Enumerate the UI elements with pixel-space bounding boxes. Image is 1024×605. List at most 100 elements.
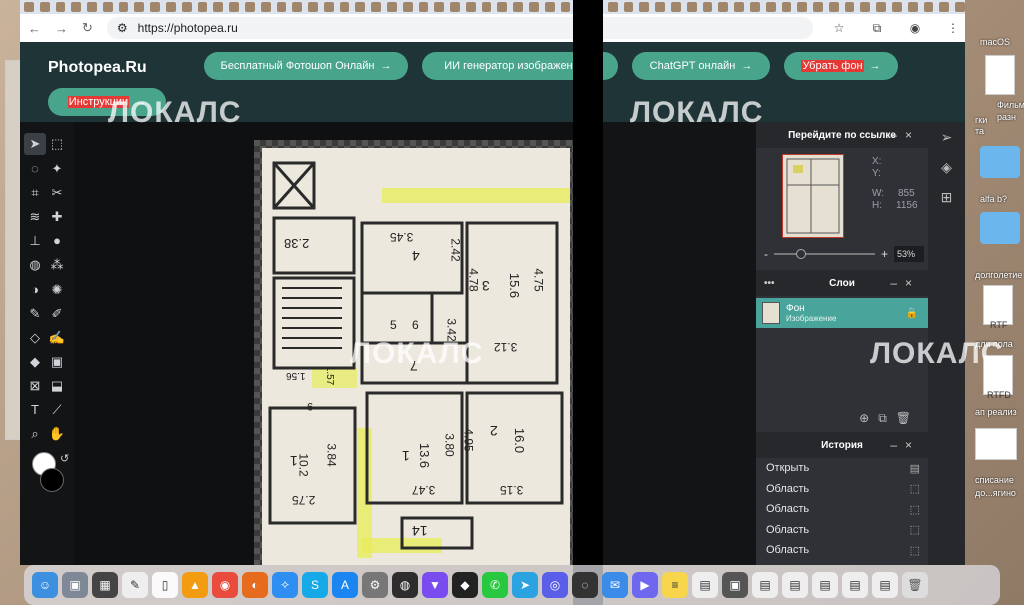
tab-favicon-icon[interactable] [450, 2, 460, 12]
tab-favicon-icon[interactable] [71, 2, 82, 12]
site-settings-icon[interactable]: ⚙ [117, 21, 128, 35]
tab-favicon-icon[interactable] [671, 2, 681, 12]
tab-favicon-icon[interactable] [797, 2, 808, 12]
desktop-label-macos[interactable]: macOS [980, 37, 1010, 47]
tab-favicon-icon[interactable] [55, 2, 66, 12]
whatsapp-icon[interactable]: ✆ [482, 572, 508, 598]
tab-favicon-icon[interactable] [197, 2, 208, 12]
desktop-label[interactable]: гки [975, 115, 987, 125]
pill-remove-background[interactable]: Убрать фон → [784, 52, 898, 80]
navigator-toggle-icon[interactable]: ➢ [928, 122, 965, 152]
pill-chatgpt[interactable]: ChatGPT онлайн → [632, 52, 770, 80]
desktop-label[interactable]: alfa b? [980, 194, 1007, 204]
tab-favicon-icon[interactable] [434, 2, 445, 12]
rtfd-file-icon[interactable] [983, 355, 1013, 395]
desktop-label[interactable]: долголетие [975, 270, 1022, 280]
extensions-icon[interactable]: ⧉ [865, 21, 889, 36]
pill-free-photoshop[interactable]: Бесплатный Фотошоп Онлайн → [204, 52, 408, 80]
document-icon[interactable]: ▯ [152, 572, 178, 598]
zoom-slider-knob[interactable] [796, 249, 807, 259]
pen-tool-icon[interactable]: ✎ [24, 303, 46, 325]
tab-favicon-icon[interactable] [87, 2, 97, 12]
site-logo[interactable]: Photopea.Ru [48, 59, 147, 77]
tab-favicon-icon[interactable] [749, 2, 760, 12]
duplicate-layer-icon[interactable]: ⧉ [878, 411, 896, 425]
panel-controls-icon[interactable]: –× [890, 438, 920, 452]
tab-favicon-icon[interactable] [371, 2, 381, 12]
tab-favicon-icon[interactable] [718, 2, 729, 12]
facetime-icon[interactable]: ▶ [632, 572, 658, 598]
blur-drop-icon[interactable]: ● [46, 230, 68, 252]
desktop-label[interactable]: разн [997, 112, 1016, 122]
tab-favicon-icon[interactable] [260, 2, 271, 12]
bandage-icon[interactable]: ✚ [46, 206, 68, 228]
firefox-icon[interactable]: ◐ [242, 572, 268, 598]
skype-icon[interactable]: S [302, 572, 328, 598]
chrome-icon[interactable]: ◉ [212, 572, 238, 598]
tab-favicon-icon[interactable] [24, 2, 34, 12]
reload-icon[interactable]: ↻ [82, 20, 93, 36]
tab-favicon-icon[interactable] [560, 2, 571, 12]
tab-favicon-icon[interactable] [623, 2, 634, 12]
lasso-tool-icon[interactable]: ◌ [24, 157, 46, 179]
background-color-swatch[interactable] [40, 468, 64, 492]
tab-favicon-icon[interactable] [734, 2, 744, 12]
tab-favicon-icon[interactable] [118, 2, 129, 12]
notes-icon[interactable]: ≡ [662, 572, 688, 598]
app-icon[interactable]: ◆ [452, 572, 478, 598]
dodge-tool-icon[interactable]: ◑ [24, 278, 46, 300]
tab-favicon-icon[interactable] [150, 2, 161, 12]
tab-strip[interactable] [20, 0, 965, 14]
smudge-tool-icon[interactable]: ✍ [46, 327, 68, 349]
mail-icon[interactable]: ✉ [602, 572, 628, 598]
bookmark-star-icon[interactable]: ☆ [827, 21, 851, 35]
tab-favicon-icon[interactable] [308, 2, 318, 12]
tab-favicon-icon[interactable] [765, 2, 776, 12]
panel-menu-icon[interactable]: ••• [764, 278, 775, 289]
tab-favicon-icon[interactable] [907, 2, 918, 12]
zoom-in-button[interactable]: + [881, 247, 888, 261]
healing-tool-icon[interactable]: ≋ [24, 206, 46, 228]
custom-shape-icon[interactable]: ⬓ [46, 375, 68, 397]
screenshot-file-icon[interactable] [975, 428, 1017, 460]
tab-favicon-icon[interactable] [655, 2, 666, 12]
tab-favicon-icon[interactable] [891, 2, 902, 12]
desktop-label[interactable]: та [975, 126, 984, 136]
desktop-file-icon[interactable] [985, 55, 1015, 95]
pattern-icon[interactable]: ⁂ [46, 254, 68, 276]
forward-icon[interactable]: → [55, 21, 68, 36]
app-icon[interactable]: ◍ [392, 572, 418, 598]
tab-favicon-icon[interactable] [402, 2, 413, 12]
menu-dots-icon[interactable]: ⋮ [941, 21, 965, 35]
tab-favicon-icon[interactable] [418, 2, 429, 12]
settings-icon[interactable]: ⚙ [362, 572, 388, 598]
back-icon[interactable]: ← [28, 21, 41, 36]
panel-controls-icon[interactable]: –× [890, 128, 920, 142]
trash-icon[interactable]: 🗑 [902, 572, 928, 598]
tab-favicon-icon[interactable] [607, 2, 618, 12]
tab-favicon-icon[interactable] [166, 2, 176, 12]
textedit-icon[interactable]: ✎ [122, 572, 148, 598]
eyedropper-icon[interactable]: ⟋ [46, 399, 68, 421]
tab-favicon-icon[interactable] [213, 2, 224, 12]
tab-favicon-icon[interactable] [39, 2, 50, 12]
vpn-icon[interactable]: ▼ [422, 572, 448, 598]
history-item[interactable]: Область ⬚ [756, 479, 928, 500]
tab-favicon-icon[interactable] [844, 2, 855, 12]
vlc-icon[interactable]: ▲ [182, 572, 208, 598]
tab-favicon-icon[interactable] [955, 2, 965, 12]
tab-favicon-icon[interactable] [465, 2, 476, 12]
tab-favicon-icon[interactable] [639, 2, 650, 12]
gradient-tool-icon[interactable]: ▣ [46, 351, 68, 373]
new-layer-icon[interactable]: ⊕ [859, 411, 878, 425]
tab-favicon-icon[interactable] [276, 2, 287, 12]
lock-icon[interactable]: 🔒 [906, 308, 918, 319]
rtf-file-icon[interactable] [983, 285, 1013, 325]
pill-instructions[interactable]: Инструкции → [48, 88, 166, 116]
move-tool-icon[interactable]: ➤ [24, 133, 46, 155]
url-field[interactable]: ⚙ https://photopea.ru [106, 17, 813, 39]
document-thumbnail-icon[interactable]: ▤ [692, 572, 718, 598]
document-thumbnail-icon[interactable]: ▤ [752, 572, 778, 598]
tab-favicon-icon[interactable] [102, 2, 113, 12]
chat-icon[interactable]: ◎ [542, 572, 568, 598]
